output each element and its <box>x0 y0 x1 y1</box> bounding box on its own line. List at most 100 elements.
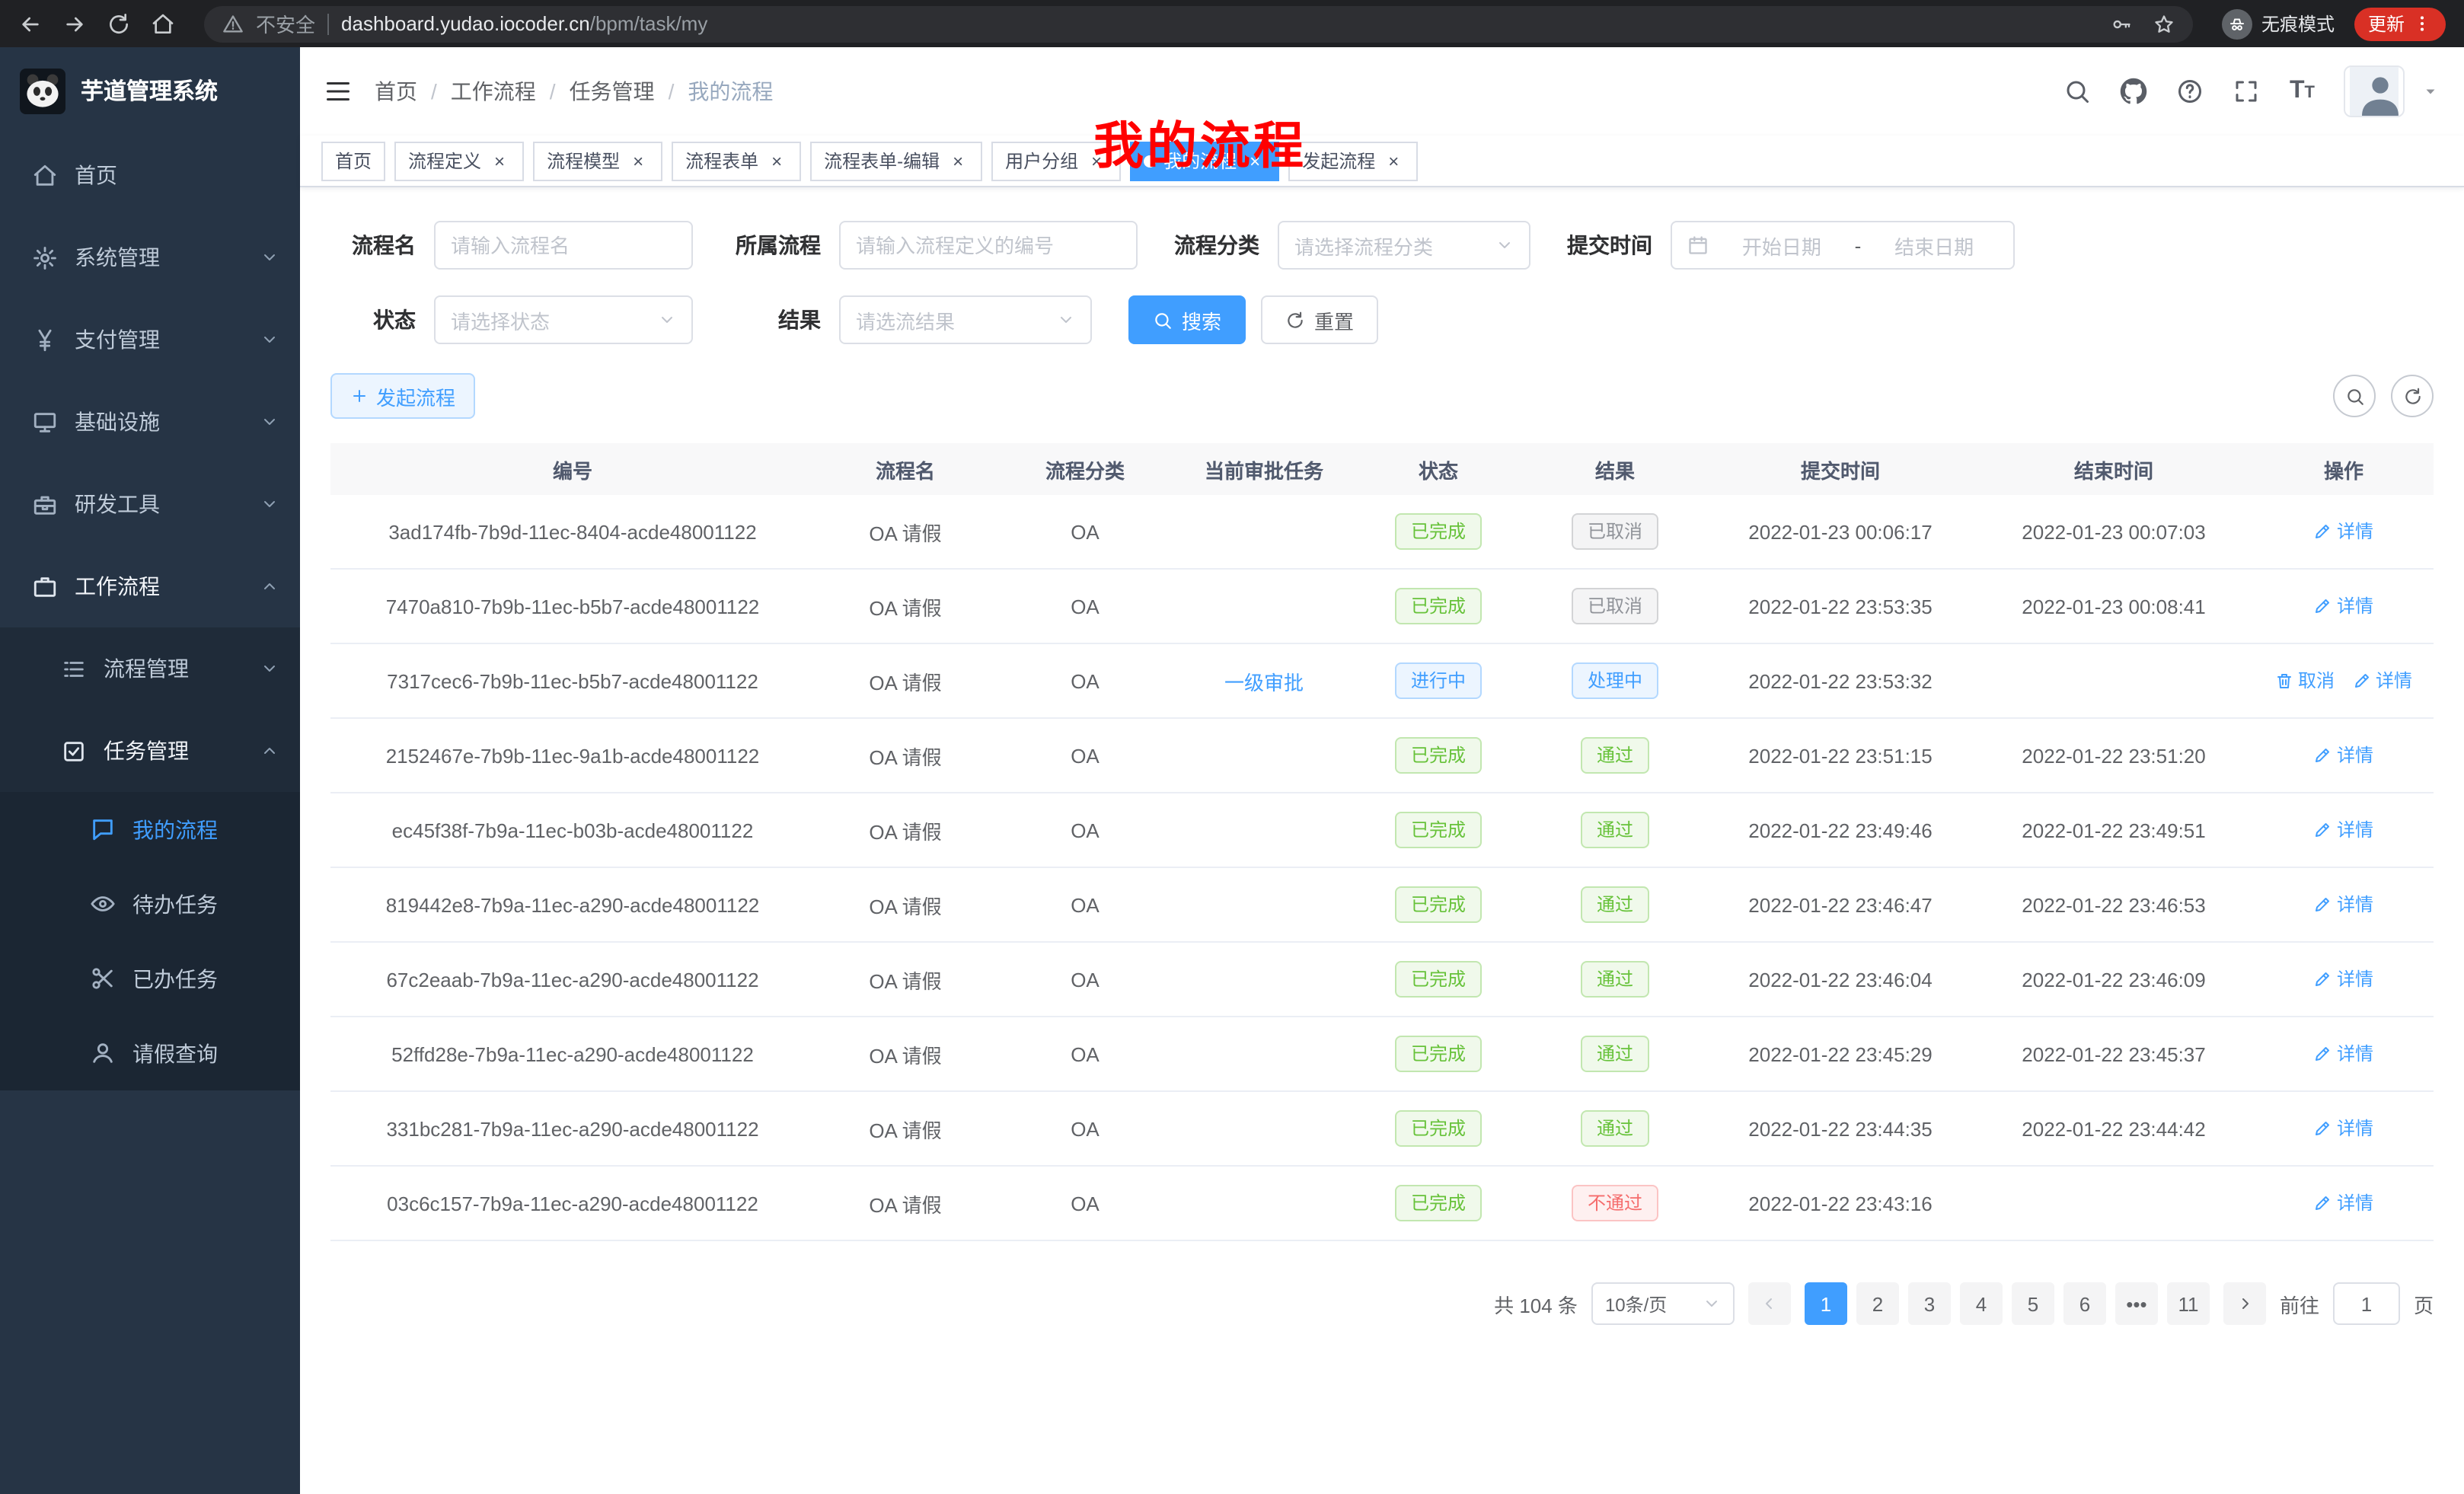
search-button[interactable]: 搜索 <box>1128 295 1246 344</box>
sidebar-item-devtools[interactable]: 研发工具 <box>0 463 300 545</box>
sidebar-item-system[interactable]: 系统管理 <box>0 216 300 298</box>
close-icon[interactable]: × <box>766 150 787 171</box>
tab-user-group[interactable]: 用户分组× <box>991 141 1121 180</box>
tab-process-definition[interactable]: 流程定义× <box>394 141 524 180</box>
cell-end-time: 2022-01-23 00:07:03 <box>1974 520 2254 543</box>
tab-home[interactable]: 首页 <box>321 141 385 180</box>
reset-button[interactable]: 重置 <box>1261 295 1378 344</box>
browser-home-icon[interactable] <box>151 11 175 36</box>
refresh-icon <box>2402 386 2422 406</box>
menu-dots-icon[interactable] <box>2412 14 2432 34</box>
cell-id: 819442e8-7b9a-11ec-a290-acde48001122 <box>330 893 815 916</box>
avatar-caret-icon[interactable] <box>2421 82 2440 101</box>
field-result: 结果 请选流结果 <box>729 295 1092 344</box>
help-icon[interactable] <box>2177 78 2204 105</box>
sidebar-item-label: 任务管理 <box>104 736 260 766</box>
start-date-placeholder: 开始日期 <box>1718 231 1846 260</box>
cell-result: 通过 <box>1523 1036 1707 1072</box>
tab-process-model[interactable]: 流程模型× <box>533 141 662 180</box>
detail-button[interactable]: 详情 <box>2314 892 2373 918</box>
goto-page-input[interactable] <box>2333 1282 2400 1325</box>
address-bar[interactable]: 不安全 dashboard.yudao.iocoder.cn/bpm/task/… <box>204 5 2193 42</box>
detail-button[interactable]: 详情 <box>2314 1116 2373 1141</box>
table-row: 67c2eaab-7b9a-11ec-a290-acde48001122OA 请… <box>330 943 2434 1017</box>
sidebar-item-process-mgmt[interactable]: 流程管理 <box>0 627 300 710</box>
process-name-input[interactable] <box>451 234 676 257</box>
sidebar-item-todo-tasks[interactable]: 待办任务 <box>0 867 300 941</box>
detail-button[interactable]: 详情 <box>2314 1041 2373 1067</box>
close-icon[interactable]: × <box>1086 150 1107 171</box>
create-process-button[interactable]: 发起流程 <box>330 373 475 419</box>
bookmark-star-icon[interactable] <box>2153 13 2175 34</box>
sidebar-item-task-mgmt[interactable]: 任务管理 <box>0 710 300 792</box>
breadcrumb-item-home[interactable]: 首页 <box>375 76 417 107</box>
font-size-icon[interactable]: TT <box>2290 79 2315 104</box>
close-icon[interactable]: × <box>947 150 969 171</box>
search-icon[interactable] <box>2064 78 2092 105</box>
fullscreen-icon[interactable] <box>2233 78 2261 105</box>
tab-start-process[interactable]: 发起流程× <box>1288 141 1418 180</box>
detail-button[interactable]: 详情 <box>2314 817 2373 843</box>
sidebar-item-workflow[interactable]: 工作流程 <box>0 545 300 627</box>
warning-icon[interactable] <box>222 13 244 34</box>
update-button[interactable]: 更新 <box>2354 7 2446 40</box>
refresh-table-button[interactable] <box>2391 375 2434 417</box>
process-def-input[interactable] <box>856 234 1121 257</box>
close-icon[interactable]: × <box>1244 150 1266 171</box>
date-range-picker[interactable]: 开始日期 - 结束日期 <box>1671 221 2015 270</box>
detail-button[interactable]: 详情 <box>2314 966 2373 992</box>
cell-actions: 详情 <box>2254 1041 2434 1068</box>
category-select[interactable]: 请选择流程分类 <box>1278 221 1530 270</box>
close-icon[interactable]: × <box>489 150 510 171</box>
status-select[interactable]: 请选择状态 <box>434 295 693 344</box>
sidebar-item-payment[interactable]: 支付管理 <box>0 298 300 381</box>
cancel-button[interactable]: 取消 <box>2275 668 2335 694</box>
sidebar-item-my-process[interactable]: 我的流程 <box>0 792 300 867</box>
page-button-3[interactable]: 3 <box>1908 1282 1951 1325</box>
detail-button[interactable]: 详情 <box>2353 668 2412 694</box>
next-page-button[interactable] <box>2223 1282 2266 1325</box>
detail-button[interactable]: 详情 <box>2314 1190 2373 1216</box>
security-label: 不安全 <box>256 9 315 38</box>
page-size-select[interactable]: 10条/页 <box>1591 1282 1735 1325</box>
page-button-2[interactable]: 2 <box>1856 1282 1899 1325</box>
page-button-6[interactable]: 6 <box>2063 1282 2106 1325</box>
tab-my-process[interactable]: 我的流程× <box>1130 141 1279 180</box>
forward-icon[interactable] <box>62 11 87 36</box>
prev-page-button[interactable] <box>1748 1282 1791 1325</box>
cell-actions: 详情 <box>2254 817 2434 844</box>
reload-icon[interactable] <box>107 11 131 36</box>
detail-button[interactable]: 详情 <box>2314 593 2373 619</box>
sidebar-item-home[interactable]: 首页 <box>0 134 300 216</box>
page-ellipsis[interactable]: ••• <box>2115 1282 2158 1325</box>
page-button-11[interactable]: 11 <box>2167 1282 2210 1325</box>
tab-process-form-edit[interactable]: 流程表单-编辑× <box>810 141 982 180</box>
cell-id: 67c2eaab-7b9a-11ec-a290-acde48001122 <box>330 968 815 991</box>
detail-button[interactable]: 详情 <box>2314 742 2373 768</box>
page-button-1[interactable]: 1 <box>1805 1282 1847 1325</box>
sidebar-item-label: 我的流程 <box>132 814 279 844</box>
sidebar-item-infrastructure[interactable]: 基础设施 <box>0 381 300 463</box>
breadcrumb-item-task-mgmt[interactable]: 任务管理 <box>570 76 655 107</box>
sidebar-item-label: 研发工具 <box>75 489 260 519</box>
page-button-4[interactable]: 4 <box>1960 1282 2003 1325</box>
result-select[interactable]: 请选流结果 <box>839 295 1092 344</box>
tab-process-form[interactable]: 流程表单× <box>672 141 801 180</box>
sidebar-item-done-tasks[interactable]: 已办任务 <box>0 941 300 1016</box>
current-task-link[interactable]: 一级审批 <box>1224 671 1304 694</box>
breadcrumb-item-workflow[interactable]: 工作流程 <box>451 76 536 107</box>
sidebar-item-leave-query[interactable]: 请假查询 <box>0 1016 300 1090</box>
page-button-5[interactable]: 5 <box>2012 1282 2054 1325</box>
show-search-button[interactable] <box>2333 375 2376 417</box>
detail-button[interactable]: 详情 <box>2314 519 2373 544</box>
github-icon[interactable] <box>2121 78 2148 105</box>
menu-fold-icon[interactable] <box>324 78 352 105</box>
close-icon[interactable]: × <box>627 150 649 171</box>
chevron-down-icon <box>260 248 279 267</box>
close-icon[interactable]: × <box>1383 150 1404 171</box>
app-logo[interactable]: 芋道管理系统 <box>0 47 300 134</box>
back-icon[interactable] <box>18 11 43 36</box>
process-name-label: 流程名 <box>330 230 416 260</box>
key-icon[interactable] <box>2111 13 2132 34</box>
avatar[interactable] <box>2344 65 2405 117</box>
